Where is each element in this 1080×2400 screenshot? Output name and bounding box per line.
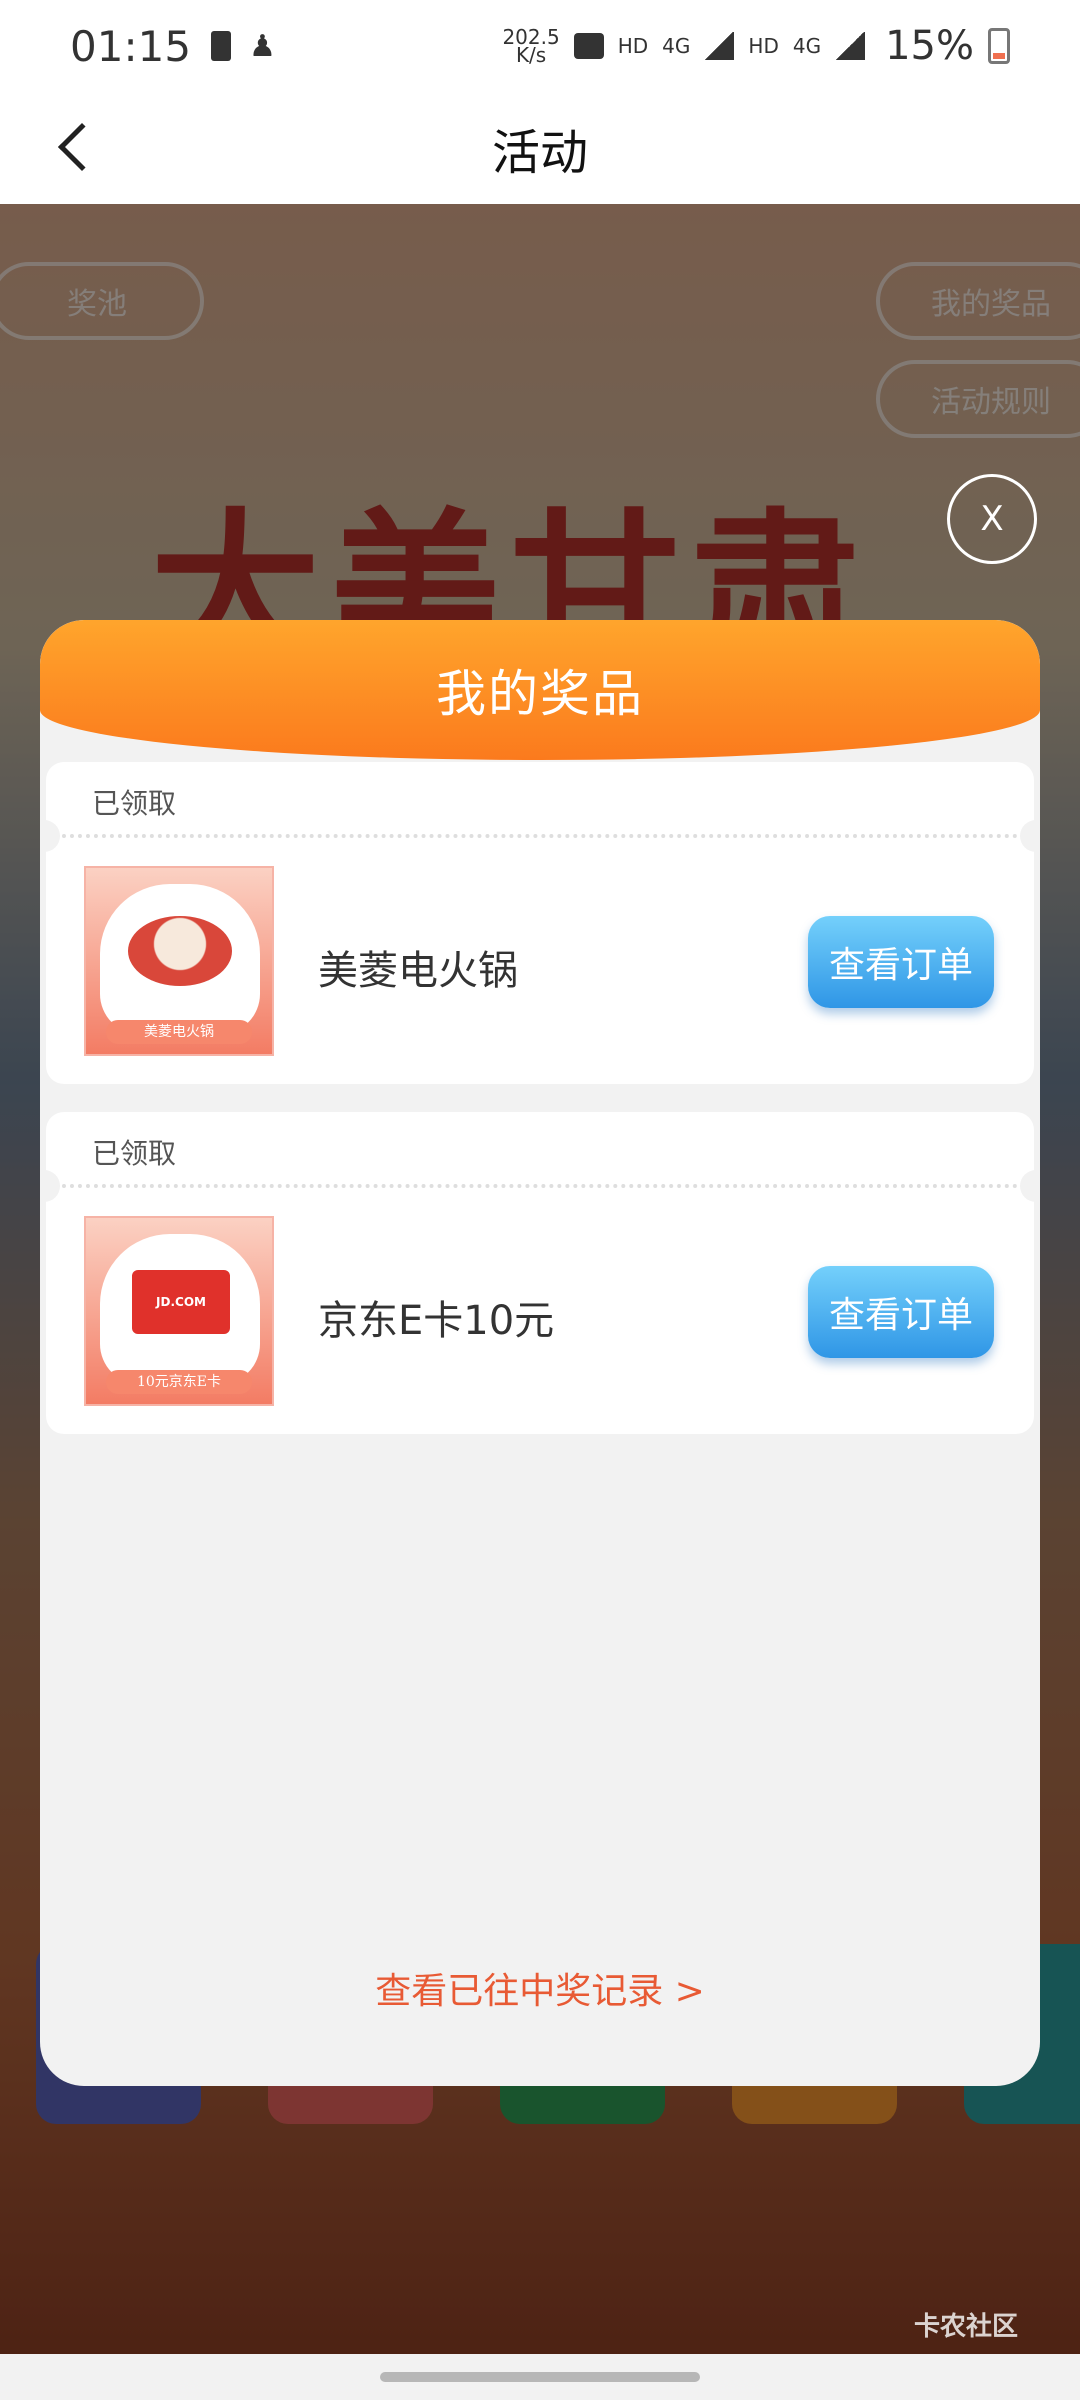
prize-card: 已领取 JD.COM 10元京东E卡 京东E卡10元 查看订单: [40, 1112, 1040, 1434]
navigation-header: 活动: [0, 92, 1080, 204]
modal-title: 我的奖品: [436, 665, 644, 723]
status-time: 01:15: [70, 21, 192, 71]
prize-name: 美菱电火锅: [318, 948, 518, 994]
status-bar: 01:15 ♟ 202.5 K/s HD 4G HD 4G 15%: [0, 0, 1080, 92]
close-button[interactable]: X: [947, 474, 1037, 564]
hotpot-icon: [128, 916, 232, 986]
jd-card-icon: JD.COM: [132, 1270, 230, 1334]
network-label: 4G: [662, 34, 691, 58]
chevron-left-icon: [57, 122, 107, 172]
message-icon: [573, 33, 604, 59]
signal-icon: [704, 32, 735, 60]
view-order-button[interactable]: 查看订单: [808, 916, 994, 1008]
divider: [46, 1184, 1034, 1188]
hotpot-thumbnail: 美菱电火锅: [84, 866, 274, 1056]
back-button[interactable]: [40, 112, 110, 182]
hd-label: HD: [617, 34, 649, 58]
divider: [46, 834, 1034, 838]
network-label: 4G: [792, 34, 822, 58]
jd-card-thumbnail: JD.COM 10元京东E卡: [84, 1216, 274, 1406]
signal-icon: [835, 32, 866, 60]
prize-status: 已领取: [92, 1137, 177, 1170]
my-prizes-modal: 我的奖品 已领取 美菱电火锅 美菱电火锅 查看订单 已领取 JD.COM 10元…: [40, 620, 1040, 2086]
battery-icon: [988, 28, 1010, 64]
view-order-button[interactable]: 查看订单: [808, 1266, 994, 1358]
battery-percent: 15%: [885, 23, 974, 69]
prize-history-link[interactable]: 查看已往中奖记录 >: [40, 1962, 1040, 2014]
hd-label: HD: [748, 34, 779, 58]
prize-status: 已领取: [92, 787, 177, 820]
net-speed: 202.5 K/s: [502, 25, 560, 67]
prize-card: 已领取 美菱电火锅 美菱电火锅 查看订单: [40, 762, 1040, 1084]
modal-header: 我的奖品: [40, 620, 1040, 760]
watermark: 卡农社区: [913, 2312, 1018, 2342]
thumb-label: 10元京东E卡: [106, 1370, 252, 1394]
thumb-label: 美菱电火锅: [106, 1020, 252, 1044]
page-title: 活动: [491, 125, 588, 181]
prize-name: 京东E卡10元: [318, 1298, 555, 1344]
home-indicator[interactable]: [380, 2372, 700, 2382]
flashlight-icon: ♟: [249, 28, 276, 64]
alert-icon: [211, 31, 232, 61]
